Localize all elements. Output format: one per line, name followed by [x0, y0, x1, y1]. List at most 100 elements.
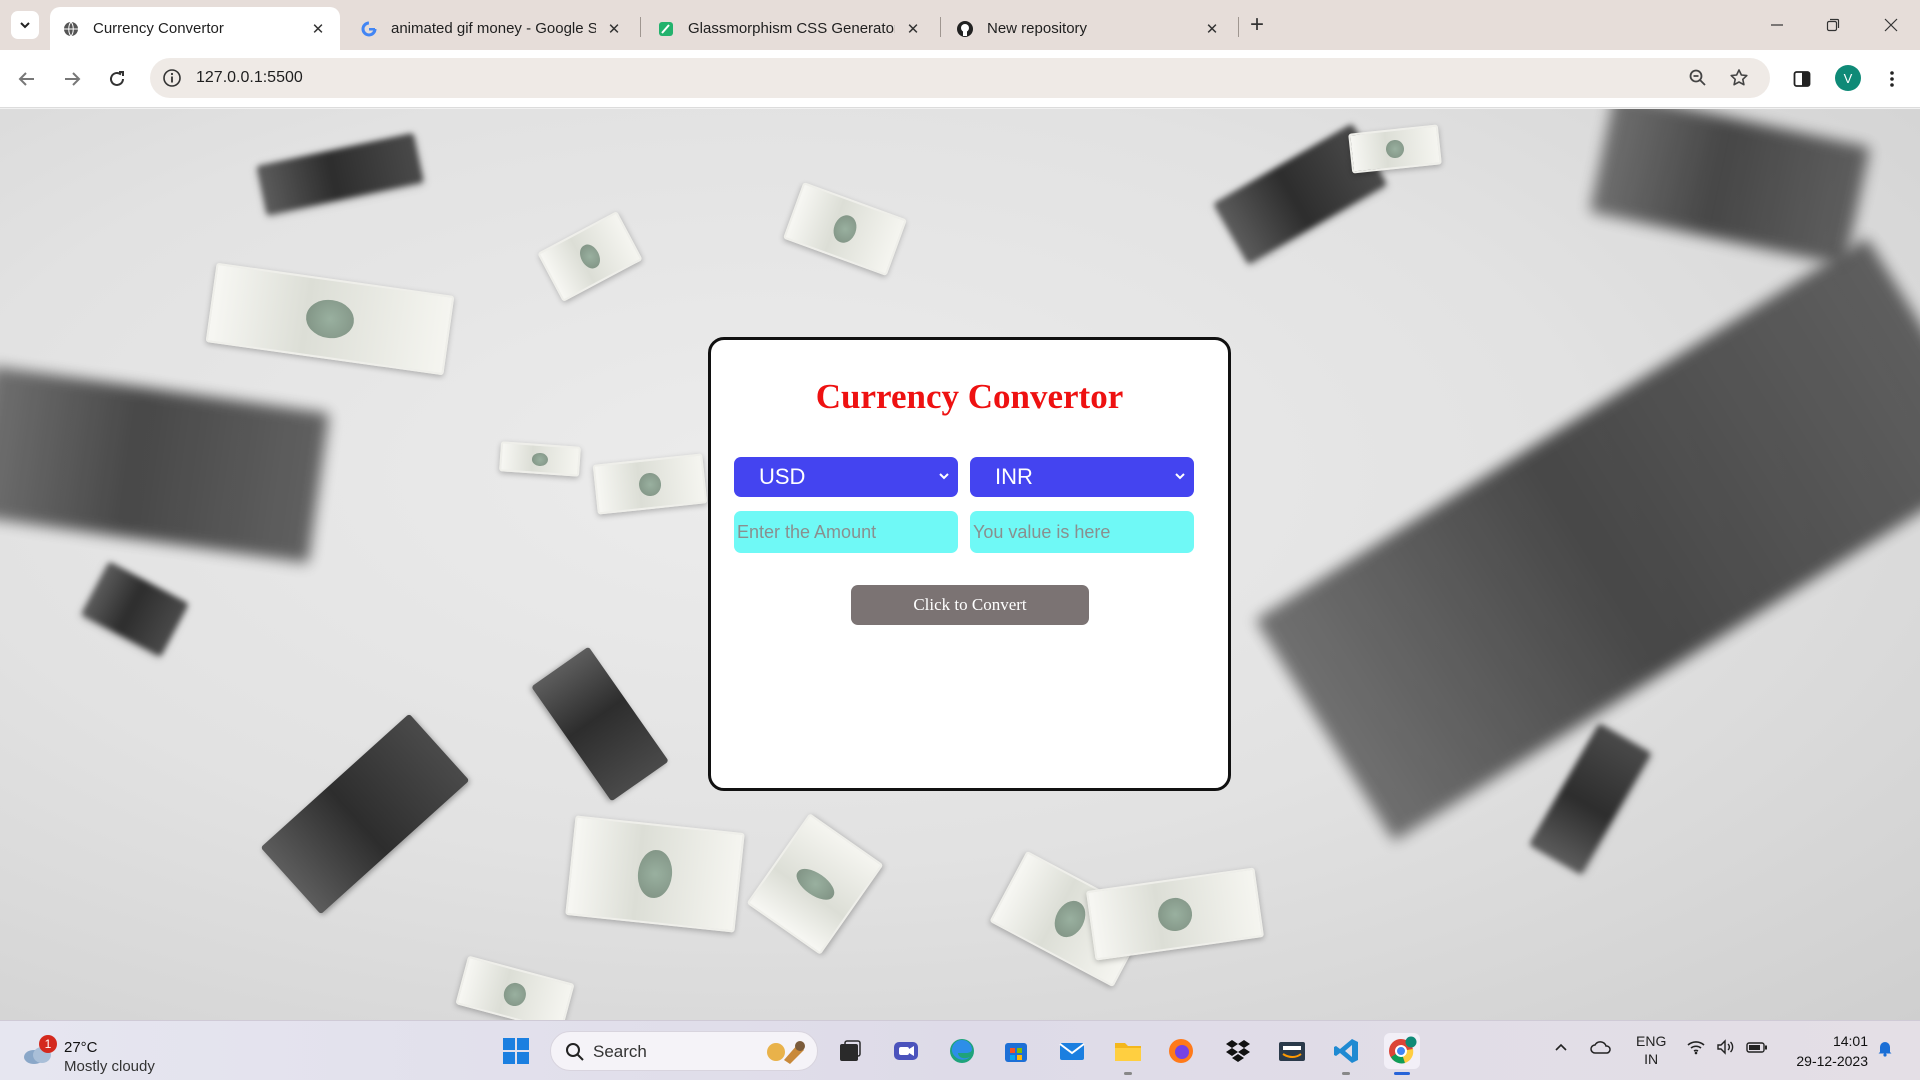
window-close-button[interactable]: [1876, 10, 1906, 40]
chrome-icon: [1389, 1036, 1417, 1064]
onedrive-icon[interactable]: [1590, 1039, 1612, 1058]
info-icon[interactable]: [162, 68, 182, 88]
arrow-left-icon: [18, 72, 34, 86]
windows-icon: [503, 1038, 529, 1064]
close-icon[interactable]: ✕: [1202, 19, 1222, 39]
restore-icon: [1826, 18, 1840, 32]
task-view-button[interactable]: [832, 1033, 868, 1069]
page-viewport: Currency Convertor USD INR Enter the Amo…: [0, 109, 1920, 1020]
tab-title: New repository: [987, 20, 1088, 37]
firefox-app[interactable]: [1163, 1033, 1199, 1069]
chevron-down-icon: [1175, 473, 1185, 480]
tab-currency-convertor[interactable]: Currency Convertor ✕: [50, 7, 340, 50]
to-currency-select[interactable]: INR: [970, 457, 1194, 497]
vscode-app[interactable]: [1328, 1033, 1364, 1075]
temperature: 27°C: [64, 1039, 98, 1056]
region-code: IN: [1644, 1051, 1659, 1067]
volume-icon[interactable]: [1716, 1039, 1736, 1058]
file-explorer-app[interactable]: [1110, 1033, 1146, 1075]
weather-alert-badge: 1: [39, 1035, 57, 1053]
forward-button[interactable]: [58, 65, 86, 93]
bookmark-star-icon[interactable]: [1728, 67, 1750, 89]
minimize-icon: [1771, 24, 1783, 26]
from-currency-value: USD: [759, 464, 806, 489]
side-panel-icon[interactable]: [1788, 65, 1816, 93]
google-icon: [360, 20, 378, 38]
tab-strip: Currency Convertor ✕ animated gif money …: [0, 0, 1920, 50]
from-currency-select[interactable]: USD: [734, 457, 958, 497]
video-camera-icon: [894, 1042, 918, 1060]
dropbox-icon: [1226, 1040, 1250, 1062]
chevron-up-icon: [1555, 1043, 1567, 1051]
amount-placeholder: Enter the Amount: [737, 521, 877, 542]
chevron-down-icon: [20, 22, 30, 29]
globe-icon: [62, 20, 80, 38]
reload-button[interactable]: [103, 65, 131, 93]
battery-icon[interactable]: [1746, 1039, 1768, 1058]
teams-meet-app[interactable]: [888, 1033, 924, 1069]
firefox-icon: [1169, 1039, 1193, 1063]
amazon-app[interactable]: [1274, 1033, 1310, 1069]
edge-browser-app[interactable]: [944, 1033, 980, 1069]
close-icon[interactable]: ✕: [903, 19, 923, 39]
folder-icon: [1115, 1043, 1141, 1061]
url-text[interactable]: 127.0.0.1:5500: [196, 69, 303, 87]
tab-title: Currency Convertor: [93, 20, 224, 37]
search-label: Search: [593, 1042, 647, 1061]
tab-title: Glassmorphism CSS Generator -: [688, 20, 895, 37]
close-icon[interactable]: ✕: [604, 19, 624, 39]
profile-avatar[interactable]: V: [1835, 65, 1861, 91]
tab-animated-gif-money[interactable]: animated gif money - Google S ✕: [348, 7, 636, 50]
chevron-down-icon: [939, 473, 949, 480]
microsoft-store-app[interactable]: [998, 1033, 1034, 1069]
wifi-icon[interactable]: [1686, 1039, 1706, 1058]
clock-date: 29-12-2023: [1796, 1053, 1868, 1069]
tab-glassmorphism[interactable]: Glassmorphism CSS Generator - ✕: [645, 7, 935, 50]
tab-separator: [640, 17, 641, 37]
zoom-icon[interactable]: [1687, 67, 1709, 89]
weather-widget[interactable]: 1 27°C Mostly cloudy: [20, 1031, 180, 1075]
windows-taskbar: 1 27°C Mostly cloudy Search ENG IN 14:01…: [0, 1020, 1920, 1080]
store-icon: [1005, 1043, 1027, 1062]
reload-icon: [110, 71, 124, 86]
new-tab-button[interactable]: +: [1244, 11, 1270, 38]
notifications-button[interactable]: [1876, 1039, 1894, 1060]
address-bar[interactable]: 127.0.0.1:5500: [150, 58, 1770, 98]
bell-icon: [1878, 1042, 1892, 1057]
close-icon[interactable]: ✕: [308, 19, 328, 39]
back-button[interactable]: [13, 65, 41, 93]
weather-condition: Mostly cloudy: [64, 1058, 155, 1075]
mail-icon: [1059, 1043, 1085, 1060]
restore-button[interactable]: [1818, 10, 1848, 40]
tab-new-repository[interactable]: New repository ✕: [944, 7, 1234, 50]
taskbar-search[interactable]: Search: [550, 1031, 818, 1071]
edge-icon: [950, 1039, 974, 1063]
more-menu-icon[interactable]: [1878, 65, 1906, 93]
arrow-right-icon: [65, 72, 81, 86]
tab-search-button[interactable]: [11, 11, 39, 39]
amount-input[interactable]: Enter the Amount: [734, 511, 958, 553]
mail-app[interactable]: [1054, 1033, 1090, 1069]
show-hidden-icons[interactable]: [1553, 1040, 1569, 1059]
start-button[interactable]: [498, 1033, 534, 1069]
tab-separator: [940, 17, 941, 37]
clock[interactable]: 14:01 29-12-2023: [1768, 1031, 1868, 1071]
tab-title: animated gif money - Google S: [391, 20, 596, 37]
search-icon: [566, 1043, 584, 1061]
chrome-app[interactable]: [1384, 1033, 1420, 1075]
converter-card: Currency Convertor USD INR Enter the Amo…: [708, 337, 1231, 791]
clock-time: 14:01: [1832, 1033, 1868, 1049]
tab-separator: [1238, 17, 1239, 37]
to-currency-value: INR: [995, 464, 1033, 489]
result-field[interactable]: You value is here: [970, 511, 1194, 553]
convert-button[interactable]: Click to Convert: [851, 585, 1089, 625]
result-placeholder: You value is here: [973, 521, 1111, 542]
minimize-button[interactable]: [1762, 10, 1792, 40]
amazon-icon: [1279, 1042, 1305, 1061]
language-code: ENG: [1636, 1033, 1667, 1049]
page-title: Currency Convertor: [815, 377, 1124, 416]
dropbox-app[interactable]: [1220, 1033, 1256, 1069]
language-indicator[interactable]: ENG IN: [1636, 1032, 1666, 1068]
glass-icon: [657, 20, 675, 38]
vscode-icon: [1334, 1039, 1358, 1063]
